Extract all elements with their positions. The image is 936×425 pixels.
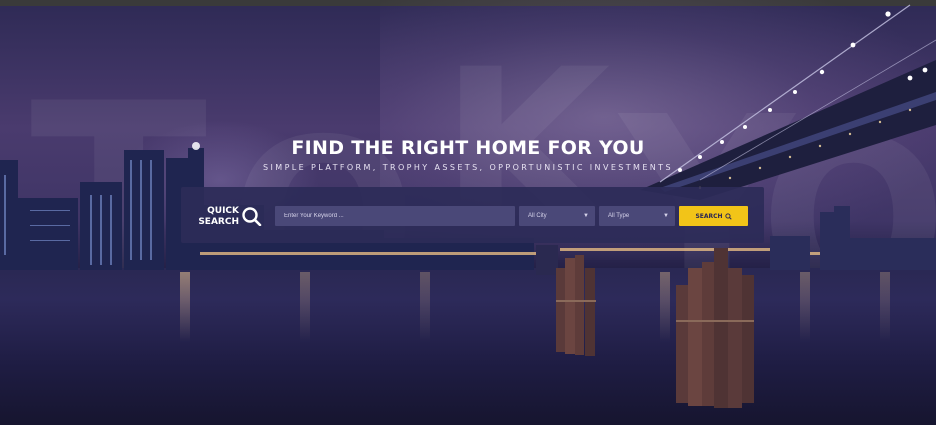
quick-search-label-line2: SEARCH [198,217,239,227]
city-select-value: All City [528,213,547,219]
quick-search-label-line1: QUICK [207,206,239,216]
search-button[interactable]: SEARCH [679,206,748,226]
hero-headline: FIND THE RIGHT HOME FOR YOU [291,137,645,159]
hero-subline: SIMPLE PLATFORM, TROPHY ASSETS, OPPORTUN… [263,163,673,172]
search-icon [241,206,263,231]
chevron-down-icon: ▼ [583,213,589,219]
chevron-down-icon: ▼ [663,213,669,219]
search-button-label: SEARCH [695,212,723,220]
hero-banner: T O K Y O [0,0,936,425]
keyword-field[interactable] [275,206,515,226]
search-icon [724,212,732,220]
wooden-pilings [556,248,754,408]
type-select[interactable]: All Type ▼ [599,206,675,226]
keyword-input[interactable] [284,213,515,219]
city-select[interactable]: All City ▼ [519,206,595,226]
quick-search-bar: QUICK SEARCH All City ▼ All Type ▼ SEARC… [181,187,764,243]
quick-search-label: QUICK SEARCH [197,206,239,228]
type-select-value: All Type [608,213,630,219]
right-buildings [770,206,936,270]
